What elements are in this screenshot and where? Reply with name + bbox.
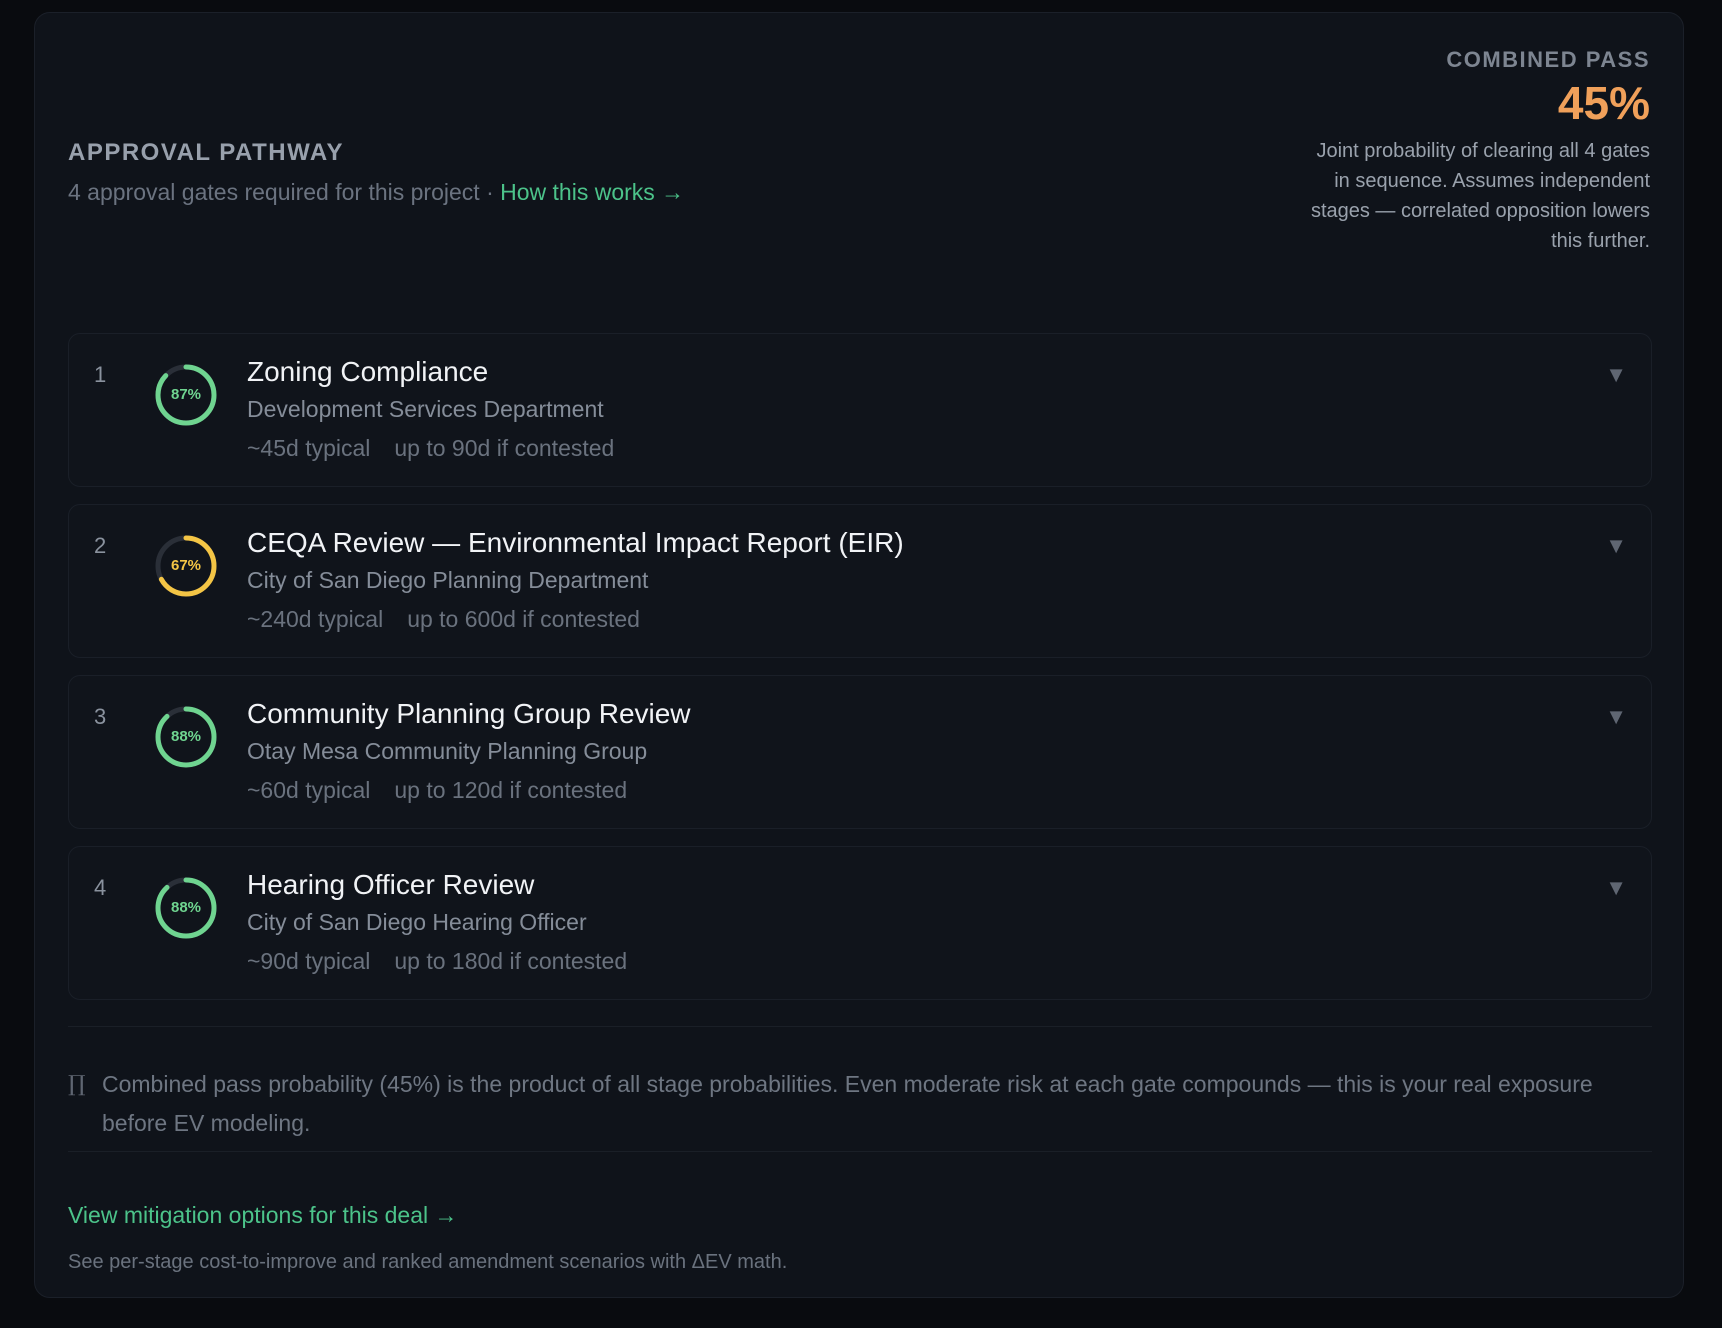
typical-duration: ~90d typical xyxy=(247,948,371,974)
probability-label: 67% xyxy=(170,557,202,574)
contested-duration: up to 180d if contested xyxy=(394,948,628,974)
gate-department: Otay Mesa Community Planning Group xyxy=(247,738,648,764)
header: APPROVAL PATHWAY 4 approval gates requir… xyxy=(68,139,684,206)
mitigation-subtitle: See per-stage cost-to-improve and ranked… xyxy=(68,1251,788,1273)
combined-probability-note: ∏ Combined pass probability (45%) is the… xyxy=(68,1065,1628,1143)
contested-duration: up to 120d if contested xyxy=(394,777,628,803)
subtitle-text: 4 approval gates required for this proje… xyxy=(68,179,494,205)
gate-timeline: ~45d typical up to 90d if contested xyxy=(247,435,614,462)
gate-department: City of San Diego Planning Department xyxy=(247,567,649,593)
typical-duration: ~45d typical xyxy=(247,435,371,461)
gate-title: CEQA Review — Environmental Impact Repor… xyxy=(247,527,904,558)
gate-number: 2 xyxy=(94,533,107,558)
chevron-down-icon[interactable]: ▼ xyxy=(1605,533,1627,559)
typical-duration: ~240d typical xyxy=(247,606,384,632)
gate-row[interactable]: 1 87% Zoning Compliance Development Serv… xyxy=(68,333,1652,487)
gate-department: City of San Diego Hearing Officer xyxy=(247,909,587,935)
typical-duration: ~60d typical xyxy=(247,777,371,803)
how-this-works-link[interactable]: How this works → xyxy=(500,179,684,205)
combined-pass-label: COMBINED PASS xyxy=(1446,47,1650,72)
chevron-down-icon[interactable]: ▼ xyxy=(1605,875,1627,901)
divider xyxy=(68,1151,1652,1152)
chevron-down-icon[interactable]: ▼ xyxy=(1605,704,1627,730)
gate-number: 3 xyxy=(94,704,107,729)
gate-department: Development Services Department xyxy=(247,396,604,422)
probability-ring: 88% xyxy=(153,704,219,770)
probability-label: 88% xyxy=(170,899,202,916)
gate-title: Zoning Compliance xyxy=(247,356,489,387)
probability-label: 88% xyxy=(170,728,202,745)
contested-duration: up to 90d if contested xyxy=(394,435,615,461)
pi-icon: ∏ xyxy=(68,1072,86,1097)
section-eyebrow: APPROVAL PATHWAY xyxy=(68,139,345,166)
probability-ring: 87% xyxy=(153,362,219,428)
gate-timeline: ~240d typical up to 600d if contested xyxy=(247,606,904,633)
gate-list: 1 87% Zoning Compliance Development Serv… xyxy=(68,333,1652,1017)
gate-title: Community Planning Group Review xyxy=(247,698,691,729)
probability-ring: 88% xyxy=(153,875,219,941)
gate-timeline: ~90d typical up to 180d if contested xyxy=(247,948,627,975)
section-subtitle: 4 approval gates required for this proje… xyxy=(68,179,684,206)
view-mitigation-link[interactable]: View mitigation options for this deal → xyxy=(68,1202,458,1229)
probability-label: 87% xyxy=(170,386,202,403)
gate-number: 4 xyxy=(94,875,107,900)
gate-number: 1 xyxy=(94,362,107,387)
note-text: Combined pass probability (45%) is the p… xyxy=(102,1071,1593,1136)
gate-row[interactable]: 4 88% Hearing Officer Review City of San… xyxy=(68,846,1652,1000)
approval-pathway-card: APPROVAL PATHWAY 4 approval gates requir… xyxy=(34,12,1684,1298)
combined-pass-summary: COMBINED PASS 45% Joint probability of c… xyxy=(1310,47,1650,256)
gate-row[interactable]: 2 67% CEQA Review — Environmental Impact… xyxy=(68,504,1652,658)
contested-duration: up to 600d if contested xyxy=(407,606,640,632)
combined-pass-value: 45% xyxy=(1557,77,1650,129)
gate-title: Hearing Officer Review xyxy=(247,869,535,900)
probability-ring: 67% xyxy=(153,533,219,599)
chevron-down-icon[interactable]: ▼ xyxy=(1605,362,1627,388)
gate-timeline: ~60d typical up to 120d if contested xyxy=(247,777,691,804)
gate-row[interactable]: 3 88% Community Planning Group Review Ot… xyxy=(68,675,1652,829)
divider xyxy=(68,1026,1652,1027)
combined-pass-description: Joint probability of clearing all 4 gate… xyxy=(1310,139,1650,252)
